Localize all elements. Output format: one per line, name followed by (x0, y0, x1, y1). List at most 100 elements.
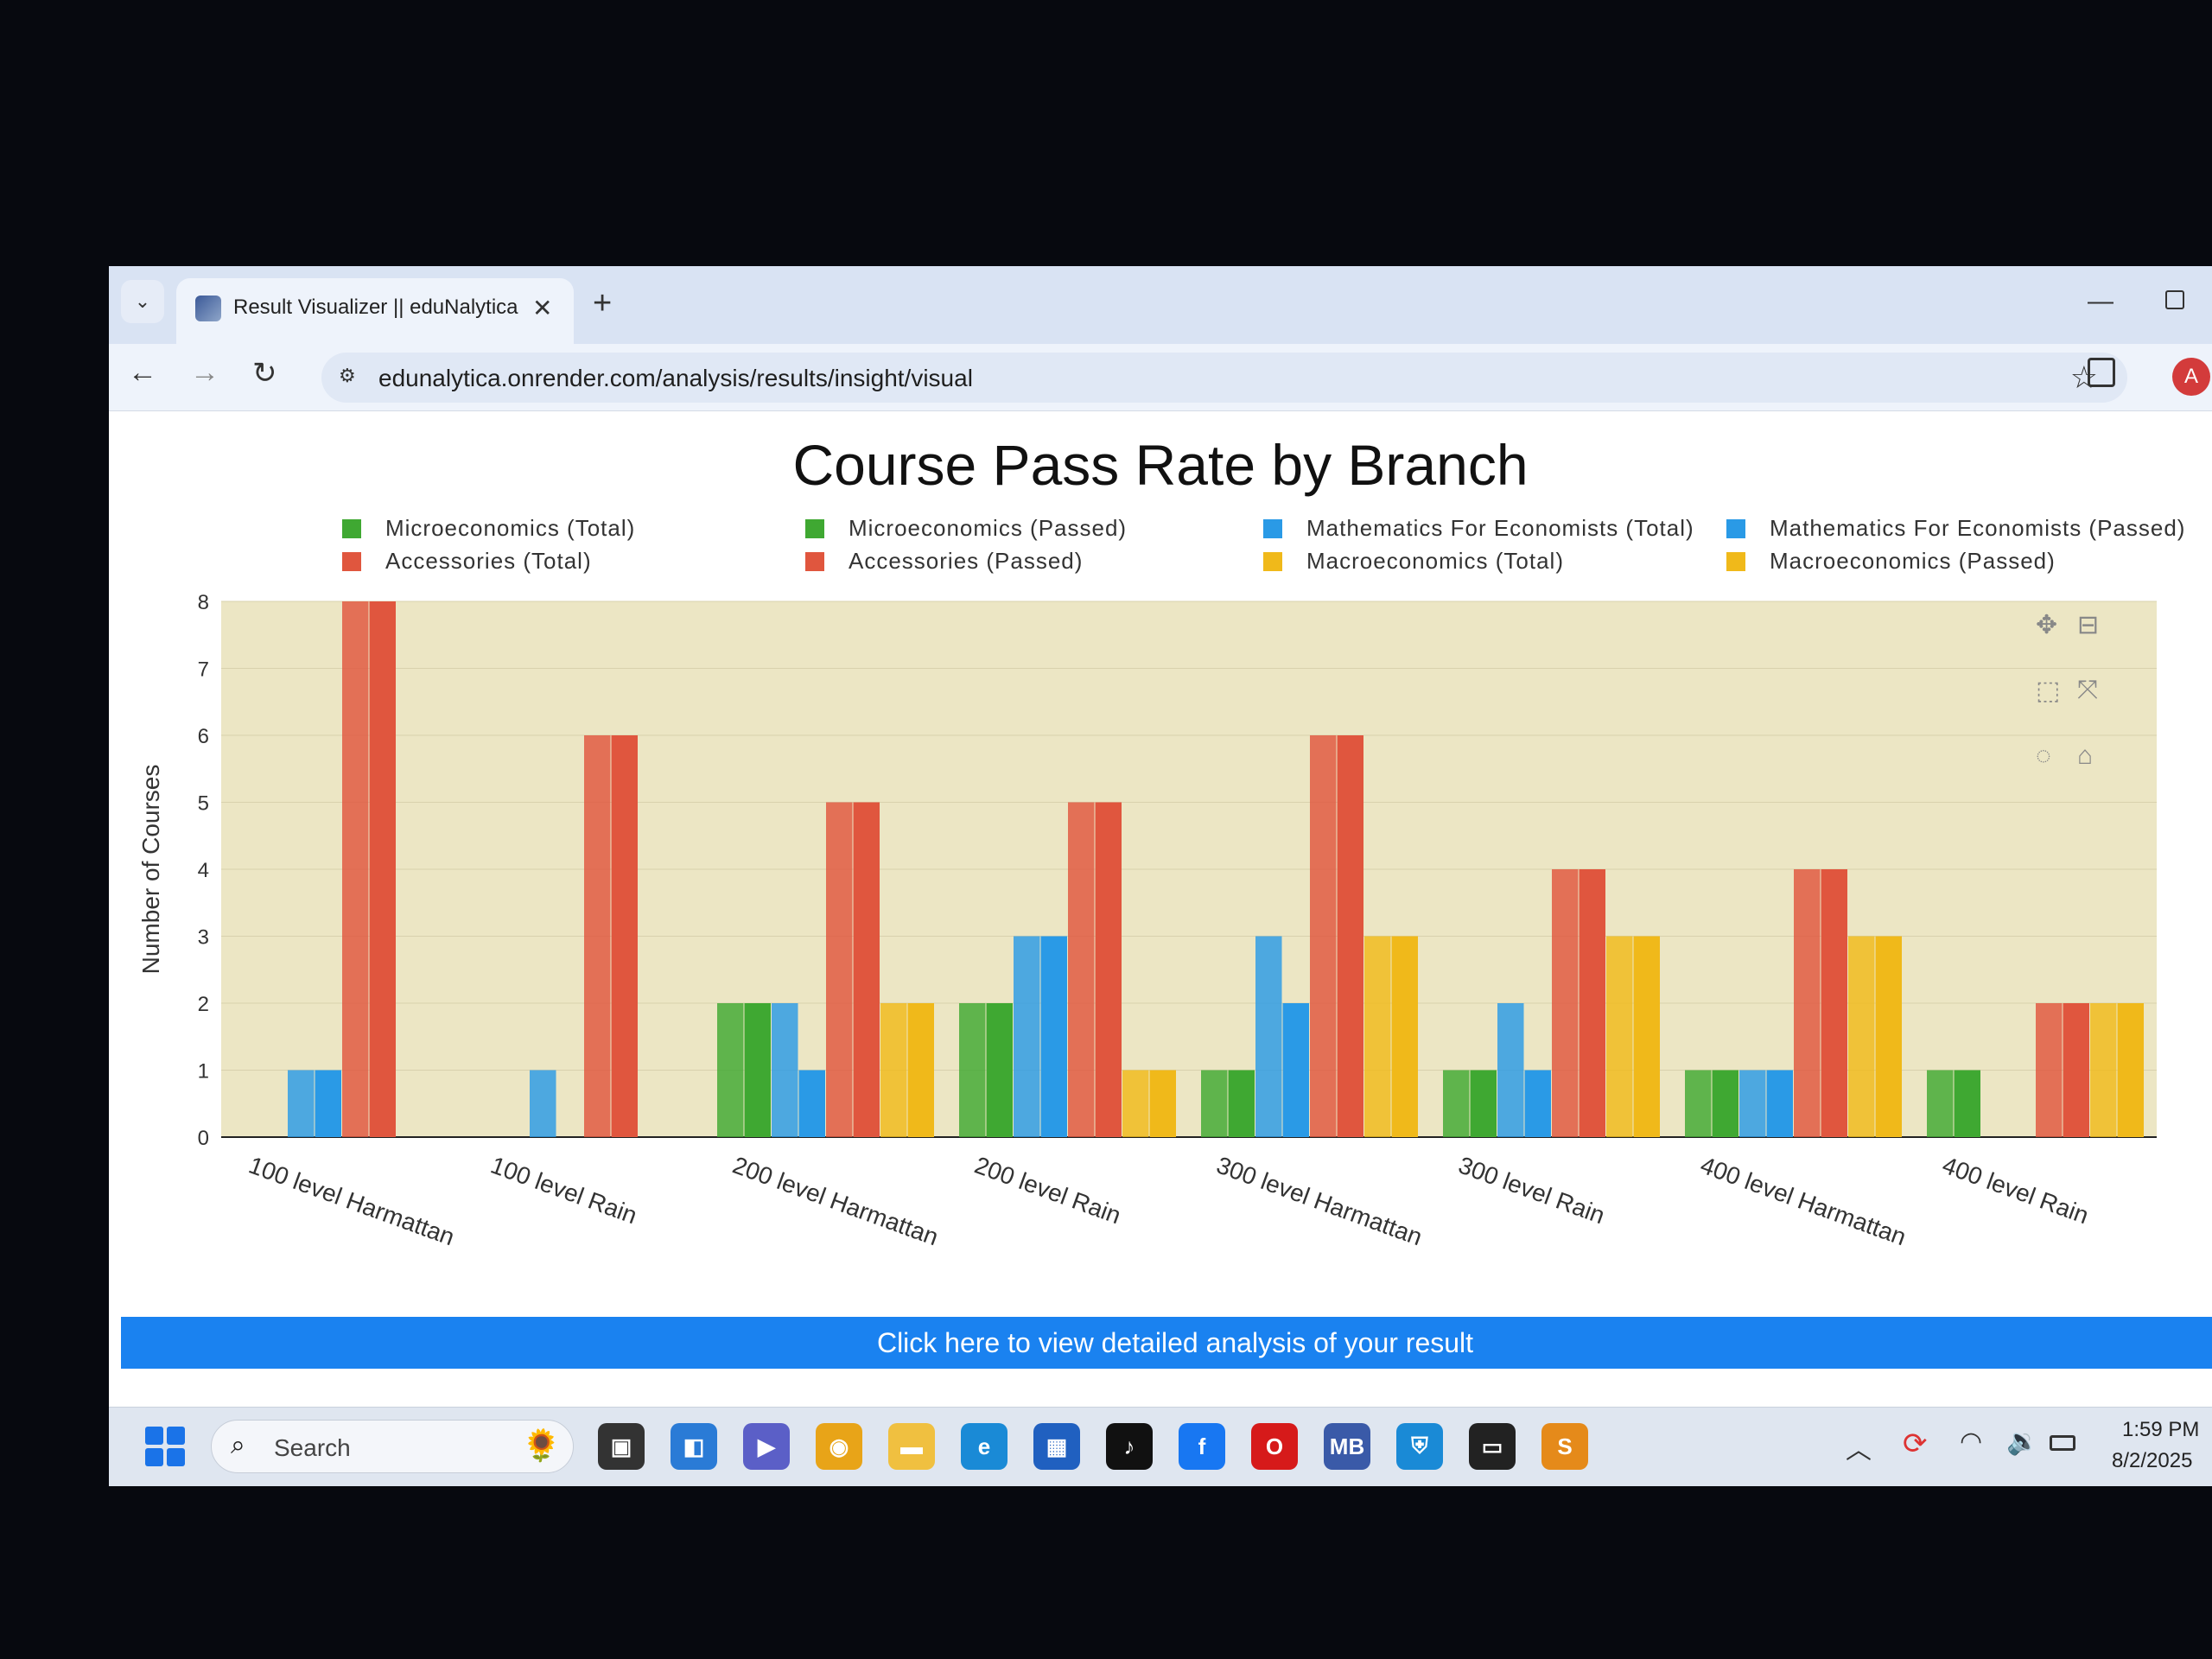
box-select-icon[interactable]: ⬚ (2036, 676, 2060, 706)
defender-icon[interactable]: ⛨ (1396, 1423, 1443, 1470)
pan-icon[interactable]: ✥ (2036, 610, 2057, 640)
legend-item[interactable]: Macroeconomics (Passed) (1726, 548, 2056, 575)
x-tick-label: 400 level Harmattan (1697, 1152, 1910, 1251)
bar (1364, 936, 1391, 1137)
legend-item[interactable]: Accessories (Total) (342, 548, 592, 575)
tab-close-button[interactable]: ✕ (532, 294, 552, 322)
back-button[interactable]: ← (128, 356, 157, 390)
bar (1766, 1070, 1793, 1137)
tiktok-icon[interactable]: ♪ (1106, 1423, 1153, 1470)
mb-icon[interactable]: MB (1324, 1423, 1370, 1470)
bar (315, 1070, 341, 1137)
taskbar-search-box[interactable]: ⌕ Search 🌻 (211, 1420, 574, 1473)
reset-axes-home-icon[interactable]: ⌂ (2077, 741, 2093, 771)
zoom-out-icon[interactable]: ⊟ (2077, 610, 2099, 640)
bar (2063, 1003, 2089, 1137)
volume-icon[interactable]: 🔉 (2006, 1427, 2038, 1457)
bar (1255, 936, 1282, 1137)
x-tick-label: 300 level Harmattan (1213, 1152, 1426, 1251)
bar (1739, 1070, 1766, 1137)
y-tick-label: 1 (198, 1060, 209, 1084)
windows-taskbar: ⌕ Search 🌻 ▣ ◧ ▶ ◉ ▬ e ▦ ♪ f O MB ⛨ ▭ S ︿ ⟳ ◠ 🔉 1:59 … (109, 1407, 2212, 1486)
tab-search-button[interactable]: ⌄ (121, 280, 164, 323)
opera-icon[interactable]: O (1251, 1423, 1298, 1470)
bar (880, 1003, 907, 1137)
bar (2090, 1003, 2117, 1137)
legend-label: Accessories (Total) (385, 548, 592, 574)
widgets-icon[interactable]: ◧ (671, 1423, 717, 1470)
bar (1633, 936, 1660, 1137)
lasso-icon[interactable]: ◌ (2036, 741, 2051, 771)
bar (1875, 936, 1902, 1137)
y-tick-label: 4 (198, 859, 209, 882)
legend-swatch (1726, 518, 1745, 538)
facebook-icon[interactable]: f (1179, 1423, 1225, 1470)
edge-icon[interactable]: e (961, 1423, 1007, 1470)
bar (986, 1003, 1013, 1137)
sync-icon[interactable]: ⟳ (1903, 1427, 1928, 1461)
address-bar[interactable]: ⚙ edunalytica.onrender.com/analysis/resu… (321, 353, 2127, 403)
taskbar-search-label: Search (274, 1434, 351, 1461)
search-icon: ⌕ (231, 1431, 245, 1459)
chrome-icon[interactable]: ◉ (816, 1423, 862, 1470)
legend-swatch (1263, 518, 1282, 538)
bar-chart: 0 1 2 3 4 5 6 7 8 Number of Courses 100 level Harm… (137, 591, 2157, 1251)
page-content: Course Pass Rate by Branch Microeconomic… (109, 411, 2212, 1407)
reload-button[interactable]: ↻ (252, 356, 277, 391)
bar (530, 1070, 556, 1137)
clock-date[interactable]: 8/2/2025 (2112, 1449, 2192, 1473)
store-icon[interactable]: ▦ (1033, 1423, 1080, 1470)
legend-item[interactable]: Mathematics For Economists (Total) (1263, 515, 1694, 542)
legend-item[interactable]: Microeconomics (Passed) (805, 515, 1127, 542)
start-windows-icon[interactable] (145, 1427, 185, 1466)
forward-button[interactable]: → (190, 356, 219, 390)
bar (1552, 869, 1579, 1137)
legend-item[interactable]: Mathematics For Economists (Passed) (1726, 515, 2185, 542)
wifi-icon[interactable]: ◠ (1960, 1427, 1982, 1457)
battery-icon[interactable] (2050, 1435, 2075, 1451)
legend-swatch (1726, 551, 1745, 571)
bar (1606, 936, 1633, 1137)
task-view-icon[interactable]: ▣ (598, 1423, 645, 1470)
bar (1201, 1070, 1228, 1137)
bar (772, 1003, 798, 1137)
legend-swatch (1263, 551, 1282, 571)
extensions-icon[interactable] (2088, 358, 2115, 387)
bar (1014, 936, 1040, 1137)
minimize-button[interactable]: — (2088, 287, 2113, 316)
bar (1524, 1070, 1551, 1137)
detailed-analysis-button[interactable]: Click here to view detailed analysis of … (121, 1317, 2212, 1369)
clock-time[interactable]: 1:59 PM (2122, 1418, 2199, 1442)
bar (1068, 802, 1095, 1137)
active-tab[interactable]: Result Visualizer || eduNalytica ✕ (176, 278, 574, 344)
file-explorer-icon[interactable]: ▬ (888, 1423, 935, 1470)
bar (2117, 1003, 2144, 1137)
bar (959, 1003, 986, 1137)
terminal-icon[interactable]: ▭ (1469, 1423, 1516, 1470)
bar (288, 1070, 315, 1137)
legend-item[interactable]: Microeconomics (Total) (342, 515, 635, 542)
teams-icon[interactable]: ▶ (743, 1423, 790, 1470)
sublime-icon[interactable]: S (1541, 1423, 1588, 1470)
legend-swatch (342, 518, 361, 538)
y-tick-label: 6 (198, 725, 209, 748)
legend-item[interactable]: Accessories (Passed) (805, 548, 1083, 575)
restore-button[interactable] (2165, 290, 2184, 309)
legend-item[interactable]: Macroeconomics (Total) (1263, 548, 1564, 575)
new-tab-button[interactable]: + (593, 285, 612, 322)
bar (1337, 735, 1363, 1137)
y-tick-label: 0 (198, 1127, 209, 1150)
plot-modebar: ✥ ⊟ ⬚ ⤧ ◌ ⌂ (2036, 610, 2122, 809)
bar (611, 735, 638, 1137)
bar (1848, 936, 1875, 1137)
legend-label: Macroeconomics (Total) (1306, 548, 1564, 574)
bar (1095, 802, 1122, 1137)
tray-overflow-chevron-icon[interactable]: ︿ (1846, 1428, 1872, 1466)
sunflower-icon: 🌻 (522, 1427, 561, 1463)
profile-avatar[interactable]: A (2172, 358, 2210, 396)
url-text[interactable]: edunalytica.onrender.com/analysis/result… (378, 365, 973, 392)
site-info-icon[interactable]: ⚙ (339, 365, 366, 391)
autoscale-icon[interactable]: ⤧ (2077, 676, 2098, 705)
bar (2036, 1003, 2063, 1137)
bar (1228, 1070, 1255, 1137)
